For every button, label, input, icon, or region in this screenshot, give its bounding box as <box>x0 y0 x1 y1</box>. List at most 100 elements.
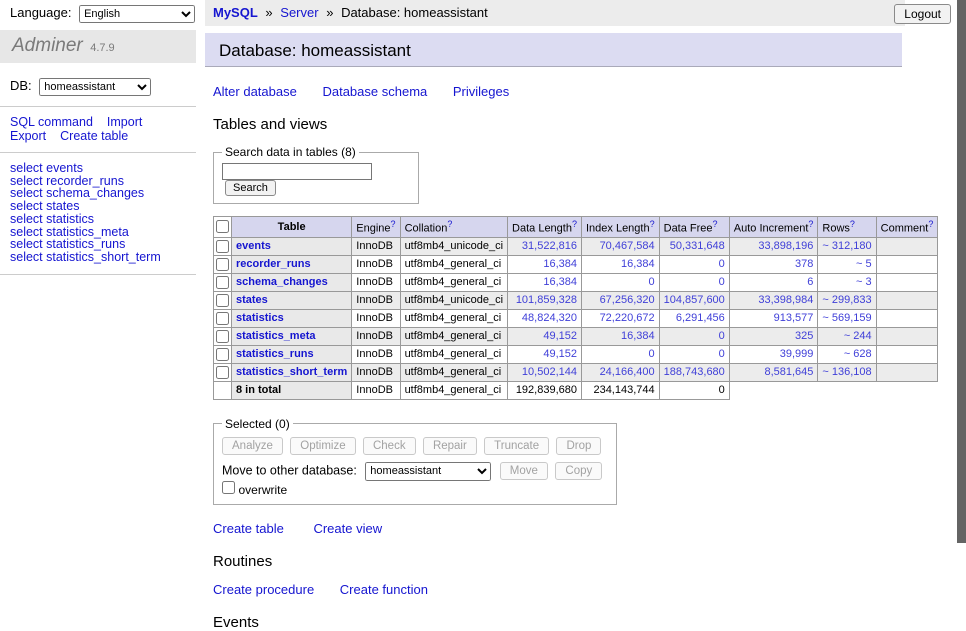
create-function-link[interactable]: Create function <box>340 582 428 597</box>
index-length-total: 234,143,744 <box>581 381 659 399</box>
index-length-cell[interactable]: 16,384 <box>581 255 659 273</box>
create-table-link[interactable]: Create table <box>213 521 284 536</box>
drop-button[interactable]: Drop <box>556 437 601 455</box>
rows-cell[interactable]: ~ 5 <box>818 255 876 273</box>
move-button[interactable]: Move <box>500 462 548 480</box>
data-length-cell[interactable]: 31,522,816 <box>508 237 582 255</box>
table-link[interactable]: statistics_meta <box>236 330 316 342</box>
index-length-cell[interactable]: 67,256,320 <box>581 291 659 309</box>
table-link[interactable]: statistics_short_term <box>236 366 347 378</box>
privileges-link[interactable]: Privileges <box>453 84 509 99</box>
sidebar-link-import[interactable]: Import <box>107 115 142 129</box>
search-fieldset: Search data in tables (8) Search <box>213 145 419 204</box>
data-free-cell[interactable]: 104,857,600 <box>659 291 729 309</box>
search-input[interactable] <box>222 163 372 180</box>
selected-legend: Selected (0) <box>222 417 293 431</box>
table-link[interactable]: states <box>236 294 268 306</box>
help-link[interactable]: ? <box>447 219 452 229</box>
table-link[interactable]: schema_changes <box>236 276 328 288</box>
data-length-cell[interactable]: 16,384 <box>508 255 582 273</box>
row-checkbox[interactable] <box>216 240 229 253</box>
optimize-button[interactable]: Optimize <box>290 437 355 455</box>
sidebar-item-select-states[interactable]: select states <box>10 200 79 213</box>
help-link[interactable]: ? <box>650 219 655 229</box>
truncate-button[interactable]: Truncate <box>484 437 549 455</box>
check-button[interactable]: Check <box>363 437 416 455</box>
row-checkbox[interactable] <box>216 312 229 325</box>
copy-button[interactable]: Copy <box>555 462 602 480</box>
rows-cell[interactable]: ~ 136,108 <box>818 363 876 381</box>
table-link[interactable]: events <box>236 240 271 252</box>
comment-cell <box>876 291 938 309</box>
database-schema-link[interactable]: Database schema <box>322 84 427 99</box>
engine-cell: InnoDB <box>352 291 400 309</box>
row-checkbox[interactable] <box>216 330 229 343</box>
sidebar-link-create-table[interactable]: Create table <box>60 129 128 143</box>
index-length-cell[interactable]: 24,166,400 <box>581 363 659 381</box>
index-length-cell[interactable]: 0 <box>581 273 659 291</box>
data-free-cell[interactable]: 0 <box>659 255 729 273</box>
rows-cell[interactable]: ~ 569,159 <box>818 309 876 327</box>
analyze-button[interactable]: Analyze <box>222 437 283 455</box>
create-procedure-link[interactable]: Create procedure <box>213 582 314 597</box>
data-free-cell[interactable]: 0 <box>659 327 729 345</box>
row-checkbox[interactable] <box>216 276 229 289</box>
data-length-cell[interactable]: 49,152 <box>508 345 582 363</box>
rows-cell[interactable]: ~ 628 <box>818 345 876 363</box>
db-select[interactable]: homeassistant <box>39 78 151 96</box>
help-link[interactable]: ? <box>850 219 855 229</box>
rows-cell[interactable]: ~ 3 <box>818 273 876 291</box>
sidebar-link-export[interactable]: Export <box>10 129 46 143</box>
move-database-select[interactable]: homeassistant <box>365 462 491 481</box>
column-header-table: Table <box>232 217 352 238</box>
index-length-cell[interactable]: 0 <box>581 345 659 363</box>
language-select[interactable]: English <box>79 5 195 23</box>
data-free-cell[interactable]: 50,331,648 <box>659 237 729 255</box>
index-length-cell[interactable]: 72,220,672 <box>581 309 659 327</box>
vertical-scrollbar[interactable] <box>957 0 966 543</box>
overwrite-checkbox[interactable] <box>222 481 235 494</box>
row-checkbox[interactable] <box>216 258 229 271</box>
index-length-cell[interactable]: 16,384 <box>581 327 659 345</box>
breadcrumb-server-link[interactable]: Server <box>280 5 318 20</box>
help-link[interactable]: ? <box>391 219 396 229</box>
data-length-cell[interactable]: 48,824,320 <box>508 309 582 327</box>
rows-cell[interactable]: ~ 312,180 <box>818 237 876 255</box>
search-button[interactable]: Search <box>225 180 276 196</box>
create-view-link[interactable]: Create view <box>313 521 382 536</box>
select-all-checkbox[interactable] <box>216 220 229 233</box>
alter-database-link[interactable]: Alter database <box>213 84 297 99</box>
index-length-cell[interactable]: 70,467,584 <box>581 237 659 255</box>
help-link[interactable]: ? <box>572 219 577 229</box>
sidebar-item-select-statistics[interactable]: select statistics <box>10 213 94 226</box>
data-length-cell[interactable]: 16,384 <box>508 273 582 291</box>
data-length-cell[interactable]: 49,152 <box>508 327 582 345</box>
rows-cell[interactable]: ~ 244 <box>818 327 876 345</box>
breadcrumb-driver-link[interactable]: MySQL <box>213 5 258 20</box>
table-link[interactable]: statistics <box>236 312 284 324</box>
help-link[interactable]: ? <box>928 219 933 229</box>
repair-button[interactable]: Repair <box>423 437 477 455</box>
auto-increment-cell: 39,999 <box>729 345 818 363</box>
row-checkbox[interactable] <box>216 366 229 379</box>
comment-cell <box>876 327 938 345</box>
row-checkbox[interactable] <box>216 348 229 361</box>
overwrite-label[interactable]: overwrite <box>238 483 287 497</box>
table-link[interactable]: statistics_runs <box>236 348 314 360</box>
data-free-cell[interactable]: 6,291,456 <box>659 309 729 327</box>
logout-button[interactable]: Logout <box>894 4 951 24</box>
help-link[interactable]: ? <box>713 219 718 229</box>
data-free-cell[interactable]: 188,743,680 <box>659 363 729 381</box>
help-link[interactable]: ? <box>808 219 813 229</box>
sidebar-item-select-events[interactable]: select events <box>10 162 83 175</box>
rows-cell[interactable]: ~ 299,833 <box>818 291 876 309</box>
table-row: schema_changes InnoDB utf8mb4_general_ci… <box>214 273 938 291</box>
data-free-cell[interactable]: 0 <box>659 345 729 363</box>
data-length-cell[interactable]: 10,502,144 <box>508 363 582 381</box>
table-link[interactable]: recorder_runs <box>236 258 311 270</box>
data-length-cell[interactable]: 101,859,328 <box>508 291 582 309</box>
sidebar-item-select-statistics-short-term[interactable]: select statistics_short_term <box>10 251 161 264</box>
row-checkbox[interactable] <box>216 294 229 307</box>
data-free-cell[interactable]: 0 <box>659 273 729 291</box>
sidebar-link-sql-command[interactable]: SQL command <box>10 115 93 129</box>
